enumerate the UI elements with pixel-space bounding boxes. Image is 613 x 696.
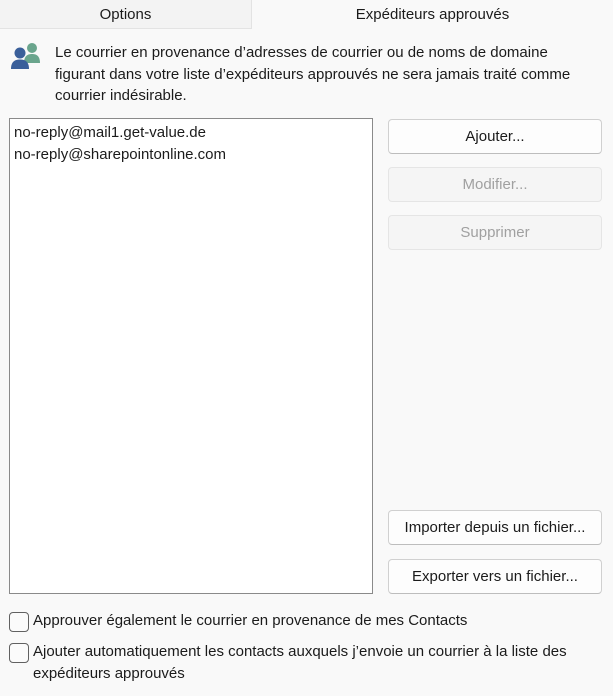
export-to-file-button[interactable]: Exporter vers un fichier... bbox=[388, 559, 602, 594]
info-description: Le courrier en provenance d’adresses de … bbox=[55, 44, 571, 104]
list-item[interactable]: no-reply@mail1.get-value.de bbox=[14, 122, 368, 144]
safe-senders-list[interactable]: no-reply@mail1.get-value.de no-reply@sha… bbox=[9, 118, 373, 594]
auto-add-recipients-label[interactable]: Ajouter automatiquement les contacts aux… bbox=[33, 641, 598, 684]
auto-add-recipients-checkbox[interactable] bbox=[9, 643, 29, 663]
trust-contacts-label[interactable]: Approuver également le courrier en prove… bbox=[33, 610, 598, 632]
trust-contacts-checkbox[interactable] bbox=[9, 612, 29, 632]
tab-strip: Options Expéditeurs approuvés bbox=[0, 0, 613, 30]
import-from-file-button[interactable]: Importer depuis un fichier... bbox=[388, 510, 602, 545]
modify-button[interactable]: Modifier... bbox=[388, 167, 602, 202]
tab-safe-senders[interactable]: Expéditeurs approuvés bbox=[252, 0, 613, 29]
list-item[interactable]: no-reply@sharepointonline.com bbox=[14, 144, 368, 166]
people-icon bbox=[11, 43, 40, 69]
delete-button[interactable]: Supprimer bbox=[388, 215, 602, 250]
add-button[interactable]: Ajouter... bbox=[388, 119, 602, 154]
tab-options[interactable]: Options bbox=[0, 0, 252, 29]
back-person-head bbox=[27, 43, 37, 53]
front-person-head bbox=[14, 47, 26, 59]
